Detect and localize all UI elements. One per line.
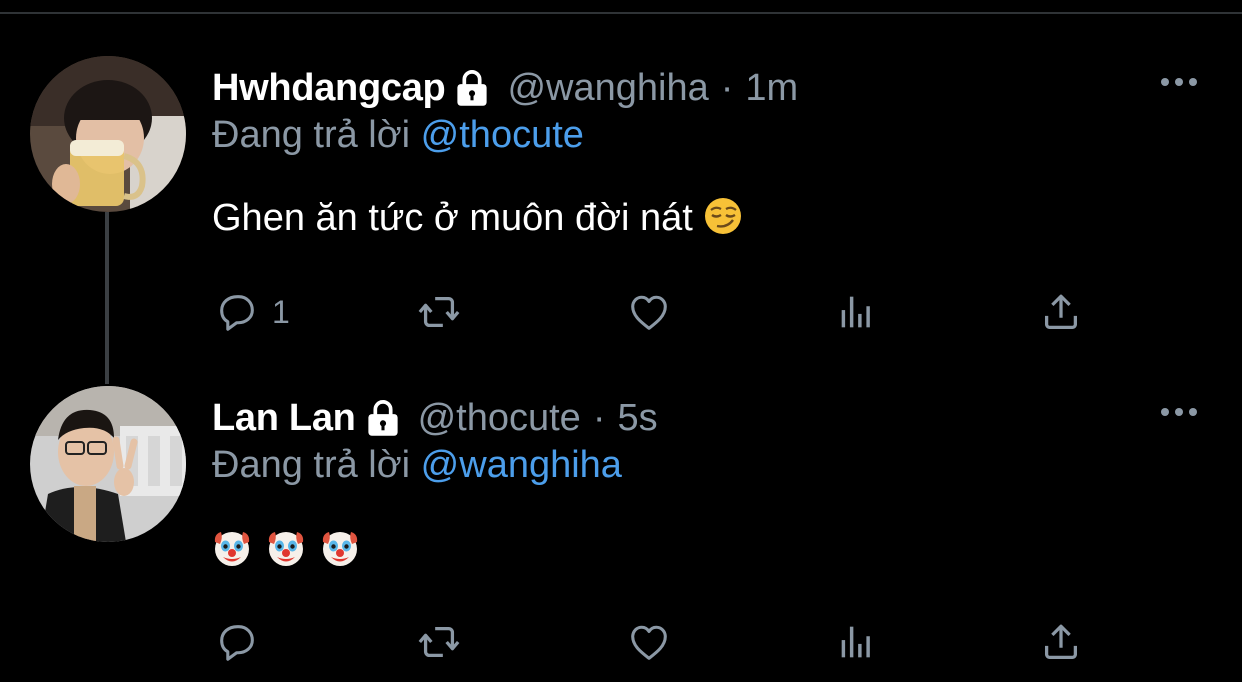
user-handle[interactable]: @wanghiha	[507, 67, 708, 110]
user-handle[interactable]: @thocute	[418, 397, 581, 440]
tweet[interactable]: Hwhdangcap @wanghiha · 1m Đang trả lời @…	[0, 0, 1242, 340]
lock-icon	[453, 68, 491, 108]
timestamp[interactable]: 5s	[617, 397, 657, 440]
share-button[interactable]	[1038, 288, 1084, 336]
clown-face-emoji-icon	[266, 528, 306, 568]
analytics-button[interactable]	[834, 288, 880, 336]
smirking-face-emoji-icon	[703, 196, 743, 236]
avatar-photo-lanlan	[30, 386, 186, 542]
share-button[interactable]	[1038, 618, 1084, 666]
replying-to: Đang trả lời @wanghiha	[212, 444, 622, 487]
separator-dot: ·	[592, 396, 606, 439]
separator-dot: ·	[720, 66, 734, 109]
tweet-text-content: Ghen ăn tức ở muôn đời nát	[212, 197, 693, 239]
reply-bubble-icon	[220, 295, 254, 331]
clown-face-emoji-icon	[212, 528, 252, 568]
more-options-icon[interactable]	[1158, 70, 1200, 94]
tweet-header: Lan Lan @thocute · 5s	[212, 394, 658, 442]
tweet[interactable]: Lan Lan @thocute · 5s Đang trả lời @wang…	[0, 330, 1242, 682]
heart-icon	[631, 295, 667, 330]
replying-to: Đang trả lời @thocute	[212, 114, 584, 157]
reply-button[interactable]: 1	[214, 288, 290, 336]
replying-to-mention[interactable]: @wanghiha	[421, 444, 622, 486]
reply-count: 1	[272, 293, 290, 330]
tweet-text: Ghen ăn tức ở muôn đời nát	[212, 196, 743, 240]
share-upload-icon	[1044, 624, 1078, 659]
tweet-actions	[212, 618, 1112, 666]
lock-icon	[364, 398, 402, 438]
replying-to-label: Đang trả lời	[212, 444, 411, 486]
avatar[interactable]	[30, 386, 186, 542]
display-name[interactable]: Hwhdangcap	[212, 67, 446, 110]
clown-face-emoji-icon	[320, 528, 360, 568]
analytics-button[interactable]	[834, 618, 880, 666]
like-button[interactable]	[626, 618, 684, 666]
analytics-bars-icon	[841, 626, 870, 658]
retweet-button[interactable]	[416, 618, 474, 666]
retweet-icon	[418, 296, 460, 328]
tweet-header: Hwhdangcap @wanghiha · 1m	[212, 64, 798, 112]
replying-to-mention[interactable]: @thocute	[421, 114, 584, 156]
analytics-bars-icon	[841, 296, 870, 328]
timestamp[interactable]: 1m	[745, 67, 798, 110]
like-button[interactable]	[626, 288, 684, 336]
tweet-actions: 1	[212, 288, 1112, 336]
replying-to-label: Đang trả lời	[212, 114, 411, 156]
display-name[interactable]: Lan Lan	[212, 397, 356, 440]
heart-icon	[631, 625, 667, 660]
avatar[interactable]	[30, 56, 186, 212]
tweet-text	[212, 528, 360, 568]
retweet-button[interactable]	[416, 288, 474, 336]
share-upload-icon	[1044, 294, 1078, 329]
more-options-icon[interactable]	[1158, 400, 1200, 424]
reply-bubble-icon	[220, 625, 254, 661]
reply-button[interactable]	[214, 618, 272, 666]
retweet-icon	[418, 626, 460, 658]
avatar-photo-hwhdangcap	[30, 56, 186, 212]
